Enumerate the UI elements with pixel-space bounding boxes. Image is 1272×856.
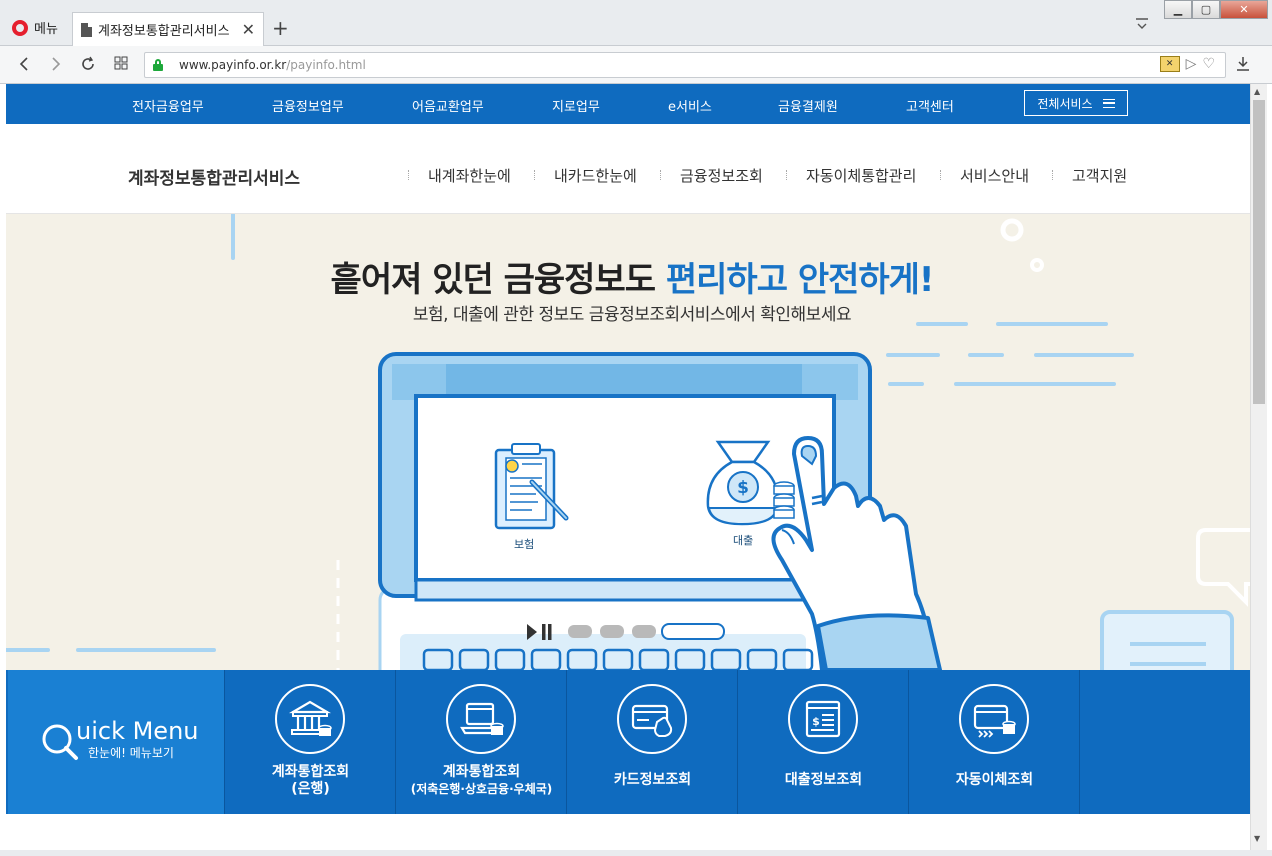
back-icon[interactable] <box>18 56 30 75</box>
menu-separator <box>660 170 661 180</box>
new-tab-icon[interactable]: + <box>272 18 289 38</box>
hamburger-icon <box>1102 98 1115 108</box>
menu-separator <box>1052 170 1053 180</box>
card-icon <box>617 684 687 754</box>
window-frame <box>0 850 1272 856</box>
opera-logo-icon <box>12 19 28 36</box>
menu-separator <box>940 170 941 180</box>
quick-menu-title: uick Menu <box>76 717 199 745</box>
quick-menu-subtitle: 한눈에! 메뉴보기 <box>88 746 174 760</box>
menu-service-guide[interactable]: 서비스안내 <box>960 165 1029 186</box>
top-navigation: 전자금융업무 금융정보업무 어음교환업무 지로업무 e서비스 금융결제원 고객센… <box>6 84 1250 124</box>
menu-separator <box>534 170 535 180</box>
scroll-down-icon[interactable]: ▼ <box>1254 834 1260 843</box>
quick-item-label: 카드정보조회 <box>613 772 692 788</box>
topnav-item-giro[interactable]: 지로업무 <box>552 96 600 115</box>
page-viewport: 전자금융업무 금융정보업무 어음교환업무 지로업무 e서비스 금융결제원 고객센… <box>6 84 1250 850</box>
scroll-up-icon[interactable]: ▲ <box>1254 87 1260 96</box>
svg-text:$: $ <box>812 715 820 728</box>
topnav-item-customer-center[interactable]: 고객센터 <box>906 96 954 115</box>
heart-icon[interactable]: ♡ <box>1202 56 1215 72</box>
download-icon[interactable] <box>1236 56 1250 76</box>
all-services-label: 전체서비스 <box>1037 96 1093 111</box>
maximize-icon[interactable]: ▢ <box>1192 0 1220 19</box>
close-window-icon[interactable]: ✕ <box>1220 0 1268 19</box>
all-services-button[interactable]: 전체서비스 <box>1024 90 1128 116</box>
quick-item-label: 대출정보조회 <box>784 772 863 788</box>
menu-customer-support[interactable]: 고객지원 <box>1072 165 1127 186</box>
speed-dial-icon[interactable] <box>114 56 128 73</box>
quick-item-label: 자동이체조회 <box>955 772 1034 788</box>
hero-title: 흩어져 있던 금융정보도 편리하고 안전하게! <box>330 260 935 300</box>
quick-item-label: 계좌통합조회 (저축은행·상호금융·우체국) <box>410 764 553 796</box>
menu-separator <box>786 170 787 180</box>
quick-menu-header: uick Menu 한눈에! 메뉴보기 <box>8 670 224 814</box>
topnav-item-electronic-finance[interactable]: 전자금융업무 <box>132 96 204 115</box>
hero-banner: $ 흩어져 있던 금융정보도 편리하고 안전하게! 보험, 대출에 관한 정보도… <box>6 214 1250 670</box>
quick-menu-empty-slot <box>1079 670 1250 814</box>
forward-icon[interactable] <box>50 56 62 75</box>
menu-financial-info[interactable]: 금융정보조회 <box>680 165 763 186</box>
laptop-coins-icon <box>446 684 516 754</box>
quick-item-card-info[interactable]: 카드정보조회 <box>566 670 737 814</box>
address-bar: www.payinfo.or.kr/payinfo.html ✕ ▷ ♡ <box>0 46 1272 84</box>
loan-card-label[interactable]: 대출 <box>733 532 753 548</box>
send-icon[interactable]: ▷ <box>1186 56 1197 72</box>
svg-text:$: $ <box>737 478 749 498</box>
page-bottom-area <box>6 814 1250 850</box>
quick-item-loan-info[interactable]: $ 대출정보조회 <box>737 670 908 814</box>
menu-separator <box>408 170 409 180</box>
url-text: www.payinfo.or.kr/payinfo.html <box>179 58 366 72</box>
ad-block-icon[interactable]: ✕ <box>1159 56 1180 72</box>
tab-close-icon[interactable]: ✕ <box>242 21 255 38</box>
browser-tab[interactable]: 계좌정보통합관리서비스 ✕ <box>72 12 264 46</box>
topnav-item-e-service[interactable]: e서비스 <box>668 96 712 115</box>
browser-menu-button[interactable]: 메뉴 <box>12 18 58 37</box>
bank-icon <box>275 684 345 754</box>
quick-item-auto-transfer[interactable]: 자동이체조회 <box>908 670 1079 814</box>
tab-title: 계좌정보통합관리서비스 <box>98 24 230 39</box>
window-controls: ▁ ▢ ✕ <box>1164 0 1268 19</box>
minimize-icon[interactable]: ▁ <box>1164 0 1192 19</box>
quick-menu: uick Menu 한눈에! 메뉴보기 계좌통합조회 (은행) 계좌통합조회 (… <box>6 670 1250 814</box>
topnav-item-financial-info[interactable]: 금융정보업무 <box>272 96 344 115</box>
quick-item-savings-accounts[interactable]: 계좌통합조회 (저축은행·상호금융·우체국) <box>395 670 566 814</box>
quick-item-bank-accounts[interactable]: 계좌통합조회 (은행) <box>224 670 395 814</box>
scroll-thumb[interactable] <box>1253 100 1265 404</box>
browser-menu-label: 메뉴 <box>34 22 58 37</box>
service-title[interactable]: 계좌정보통합관리서비스 <box>128 164 300 189</box>
menu-my-cards[interactable]: 내카드한눈에 <box>554 165 637 186</box>
insurance-card-label[interactable]: 보험 <box>514 536 534 552</box>
topnav-item-bill-clearing[interactable]: 어음교환업무 <box>412 96 484 115</box>
quick-item-label: 계좌통합조회 (은행) <box>271 764 350 797</box>
tab-menu-icon[interactable] <box>1134 16 1150 34</box>
topnav-item-kftc[interactable]: 금융결제원 <box>778 96 838 115</box>
loan-document-icon: $ <box>788 684 858 754</box>
menu-my-accounts[interactable]: 내계좌한눈에 <box>428 165 511 186</box>
url-input[interactable]: www.payinfo.or.kr/payinfo.html ✕ ▷ ♡ <box>144 52 1226 78</box>
auto-transfer-icon <box>959 684 1029 754</box>
document-icon <box>81 22 92 37</box>
url-actions: ✕ ▷ ♡ <box>1159 56 1215 72</box>
hero-subtitle: 보험, 대출에 관한 정보도 금융정보조회서비스에서 확인해보세요 <box>412 305 852 325</box>
hero-title-accent: 편리하고 안전하게! <box>665 260 935 300</box>
service-header: 계좌정보통합관리서비스 내계좌한눈에 내카드한눈에 금융정보조회 자동이체통합관… <box>6 124 1250 214</box>
lock-icon <box>153 59 163 71</box>
reload-icon[interactable] <box>80 56 96 75</box>
menu-auto-transfer[interactable]: 자동이체통합관리 <box>806 165 916 186</box>
page-scrollbar[interactable]: ▲ ▼ <box>1250 84 1267 850</box>
browser-tab-bar: 메뉴 계좌정보통합관리서비스 ✕ + ▁ ▢ ✕ <box>0 0 1272 46</box>
